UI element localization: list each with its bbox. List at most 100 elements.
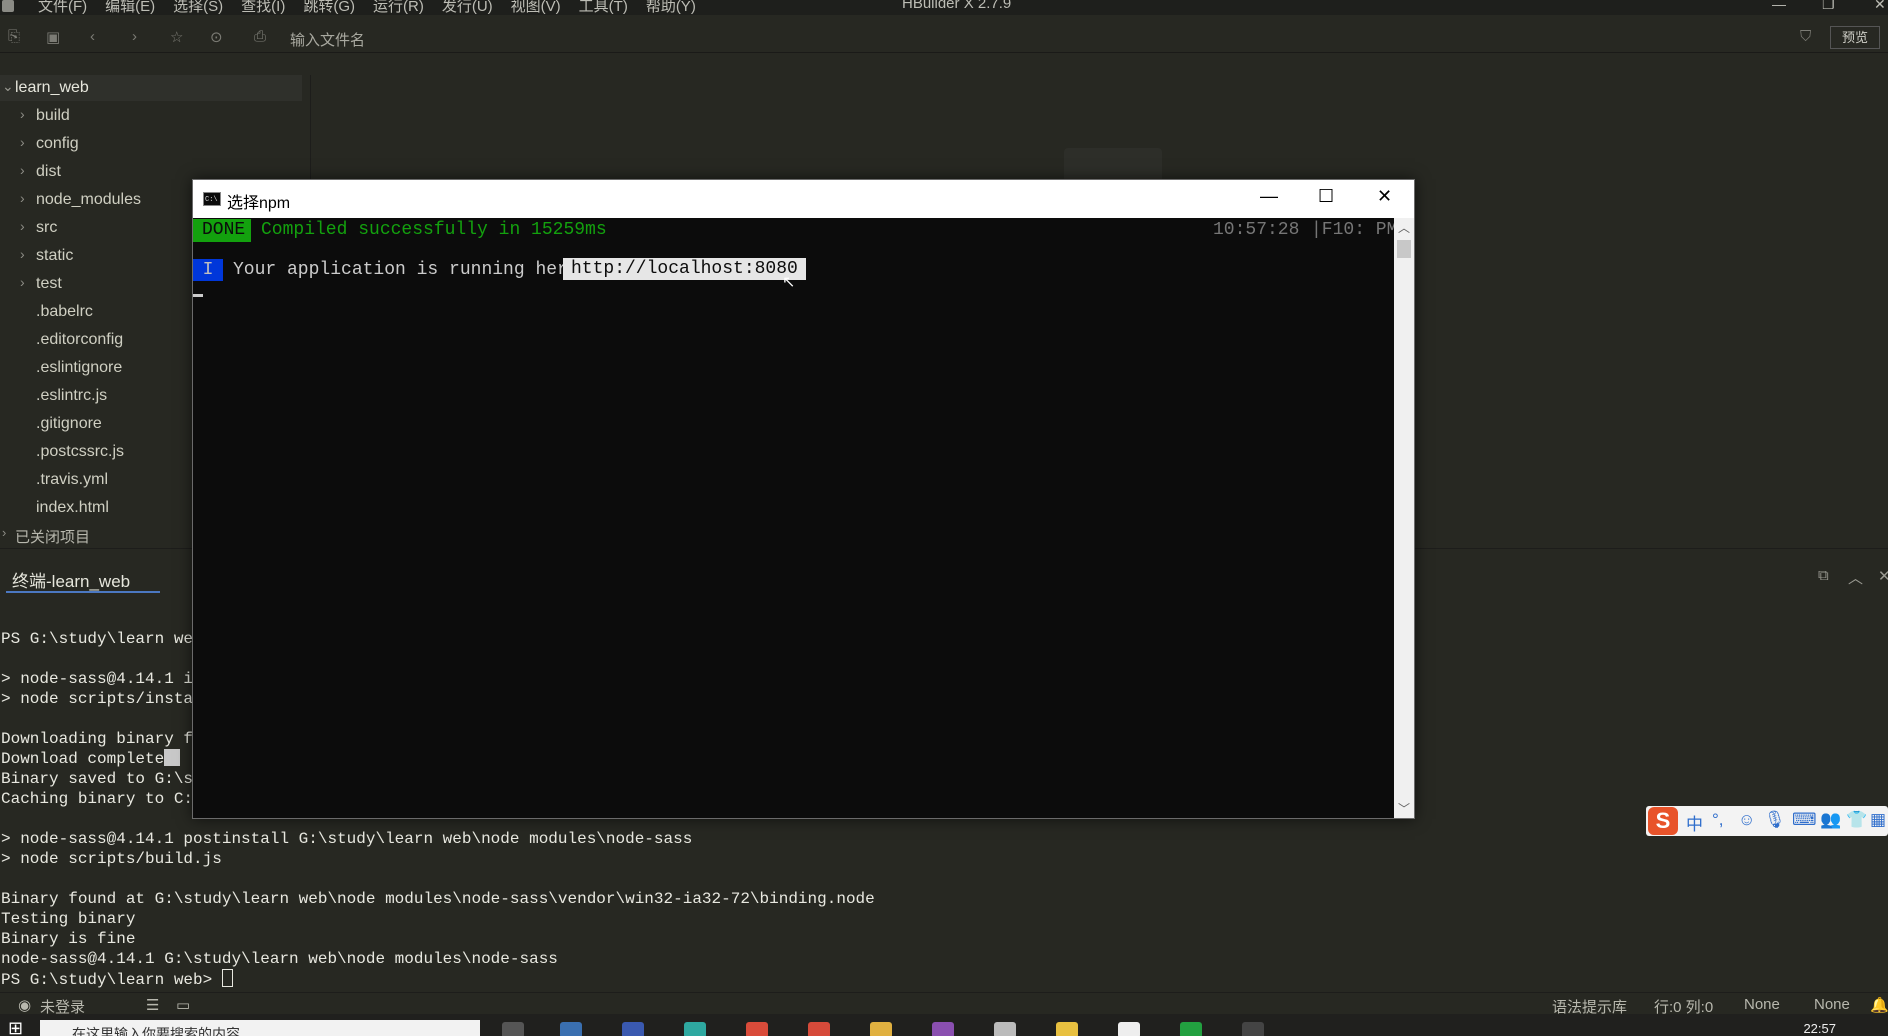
terminal-tab[interactable]: 终端-learn_web	[12, 567, 130, 592]
task-view-icon[interactable]	[502, 1022, 524, 1036]
star-icon[interactable]: ☆	[170, 28, 183, 46]
localhost-url[interactable]: http://localhost:8080	[563, 258, 806, 280]
tree-item-build[interactable]: › build	[0, 103, 200, 129]
project-name: learn_web	[15, 79, 89, 96]
ime-toolbar[interactable]: S 中 °, ☺ 🎙 ⌨ 👥 👕 ▦	[1646, 806, 1888, 836]
menu-tools[interactable]: 工具(T)	[579, 0, 628, 15]
encoding[interactable]: None	[1744, 996, 1780, 1013]
terminal-icon[interactable]	[1242, 1022, 1264, 1036]
terminal-line: Binary is fine	[1, 930, 136, 948]
menu-edit[interactable]: 编辑(E)	[105, 0, 155, 15]
toolbox-icon[interactable]: ▦	[1870, 810, 1886, 830]
folder-icon[interactable]	[870, 1022, 892, 1036]
emoji-icon[interactable]: ☺	[1738, 810, 1755, 830]
console-scrollbar[interactable]: ︿ ﹀	[1394, 218, 1414, 818]
maximize-icon[interactable]: ❐	[1822, 0, 1835, 13]
close-icon[interactable]: ✕	[1874, 0, 1886, 13]
window-title: HBuilder X 2.7.9	[902, 0, 1012, 12]
tree-item-babelrc[interactable]: .babelrc	[0, 299, 200, 325]
tree-item-label: .editorconfig	[36, 331, 124, 348]
tree-item-editorconfig[interactable]: .editorconfig	[0, 327, 200, 353]
tree-item-label: node_modules	[36, 191, 141, 208]
terminal-line: Download complete	[1, 749, 181, 769]
back-icon[interactable]: ‹	[90, 28, 95, 45]
app-icon[interactable]	[994, 1022, 1016, 1036]
tree-item-static[interactable]: › static	[0, 243, 200, 269]
minimize-icon[interactable]: —	[1260, 186, 1278, 207]
tree-item-travis[interactable]: .travis.yml	[0, 467, 200, 493]
menu-help[interactable]: 帮助(Y)	[646, 0, 696, 15]
maximize-panel-icon[interactable]: ︿	[1848, 567, 1863, 588]
bell-icon[interactable]: 🔔	[1870, 996, 1888, 1014]
tree-item-label: test	[36, 275, 62, 292]
close-panel-icon[interactable]: ✕	[1878, 567, 1888, 585]
app-icon[interactable]	[1056, 1022, 1078, 1036]
scroll-down-icon[interactable]: ﹀	[1398, 800, 1410, 817]
save-icon[interactable]: ▣	[46, 28, 60, 46]
menu-run[interactable]: 运行(R)	[373, 0, 424, 15]
language-mode[interactable]: None	[1814, 996, 1850, 1013]
maximize-icon[interactable]: ☐	[1318, 186, 1334, 207]
tree-item-postcssrc[interactable]: .postcssrc.js	[0, 439, 200, 465]
hbuilder-icon[interactable]	[1180, 1022, 1202, 1036]
menu-publish[interactable]: 发行(U)	[442, 0, 493, 15]
list-icon[interactable]: ☰	[146, 996, 159, 1014]
app-icon[interactable]	[622, 1022, 644, 1036]
menu-view[interactable]: 视图(V)	[511, 0, 561, 15]
app-icon[interactable]	[932, 1022, 954, 1036]
tree-item-test[interactable]: › test	[0, 271, 200, 297]
tree-item-dist[interactable]: › dist	[0, 159, 200, 185]
user-icon[interactable]: 👥	[1820, 810, 1841, 830]
edge-icon[interactable]	[684, 1022, 706, 1036]
file-explorer-icon[interactable]	[560, 1022, 582, 1036]
tree-item-node-modules[interactable]: › node_modules	[0, 187, 200, 213]
console-titlebar[interactable]: C:\ 选择npm — ☐ ✕	[193, 180, 1414, 218]
app-icon[interactable]	[1118, 1022, 1140, 1036]
taskbar-search[interactable]: 在这里输入你要搜索的内容	[40, 1020, 480, 1036]
close-icon[interactable]: ✕	[1377, 186, 1392, 207]
taskbar: ⊞ 在这里输入你要搜索的内容 22:57	[0, 1014, 1888, 1036]
menu-goto[interactable]: 跳转(G)	[303, 0, 355, 15]
tree-item-eslintrc[interactable]: .eslintrc.js	[0, 383, 200, 409]
npm-console-window: C:\ 选择npm — ☐ ✕ DONE Compiled successful…	[192, 179, 1415, 819]
clock[interactable]: 22:57	[1803, 1021, 1836, 1036]
user-icon[interactable]: ◉	[18, 996, 31, 1014]
status-bar: ◉ 未登录 ☰ ▭ 语法提示库 行:0 列:0 None None 🔔	[0, 992, 1888, 1016]
scroll-up-icon[interactable]: ︿	[1398, 219, 1410, 236]
keyboard-icon[interactable]: ⌨	[1792, 810, 1817, 830]
chrome-icon[interactable]	[746, 1022, 768, 1036]
file-search-icon[interactable]: ⎙	[254, 28, 266, 45]
console-title: 选择npm	[227, 195, 291, 212]
tree-item-src[interactable]: › src	[0, 215, 200, 241]
minimize-icon[interactable]: —	[1772, 0, 1786, 12]
project-root[interactable]: ⌄ learn_web	[0, 75, 302, 101]
app-icon[interactable]	[808, 1022, 830, 1036]
tree-item-index-html[interactable]: index.html	[0, 495, 200, 521]
tree-item-gitignore[interactable]: .gitignore	[0, 411, 200, 437]
menu-select[interactable]: 选择(S)	[173, 0, 223, 15]
run-icon[interactable]: ⊙	[210, 28, 223, 46]
tree-item-config[interactable]: › config	[0, 131, 200, 157]
filter-icon[interactable]: ⛉	[1800, 28, 1811, 45]
console-cursor	[193, 294, 203, 297]
menu-file[interactable]: 文件(F)	[38, 0, 87, 15]
tree-item-eslintignore[interactable]: .eslintignore	[0, 355, 200, 381]
cursor	[221, 969, 233, 987]
forward-icon[interactable]: ›	[132, 28, 137, 45]
microphone-icon[interactable]: 🎙	[1764, 810, 1786, 830]
ime-lang[interactable]: 中	[1686, 810, 1703, 835]
new-file-icon[interactable]: ⎘	[8, 28, 20, 45]
menu-find[interactable]: 查找(I)	[241, 0, 285, 15]
punctuation-icon[interactable]: °,	[1712, 810, 1724, 830]
new-terminal-icon[interactable]: ⧉	[1818, 567, 1829, 584]
windows-start-icon[interactable]: ⊞	[8, 1018, 23, 1036]
scroll-thumb[interactable]	[1397, 240, 1411, 258]
menu-list: 文件(F) 编辑(E) 选择(S) 查找(I) 跳转(G) 运行(R) 发行(U…	[38, 0, 714, 15]
terminal-prompt[interactable]: PS G:\study\learn web>	[1, 969, 233, 990]
preview-button[interactable]: 预览	[1830, 26, 1880, 49]
info-badge: I	[193, 259, 223, 281]
console-icon[interactable]: ▭	[176, 996, 190, 1014]
file-search-input[interactable]: 输入文件名	[290, 29, 365, 50]
skin-icon[interactable]: 👕	[1846, 810, 1867, 830]
chevron-right-icon: ›	[20, 246, 25, 262]
